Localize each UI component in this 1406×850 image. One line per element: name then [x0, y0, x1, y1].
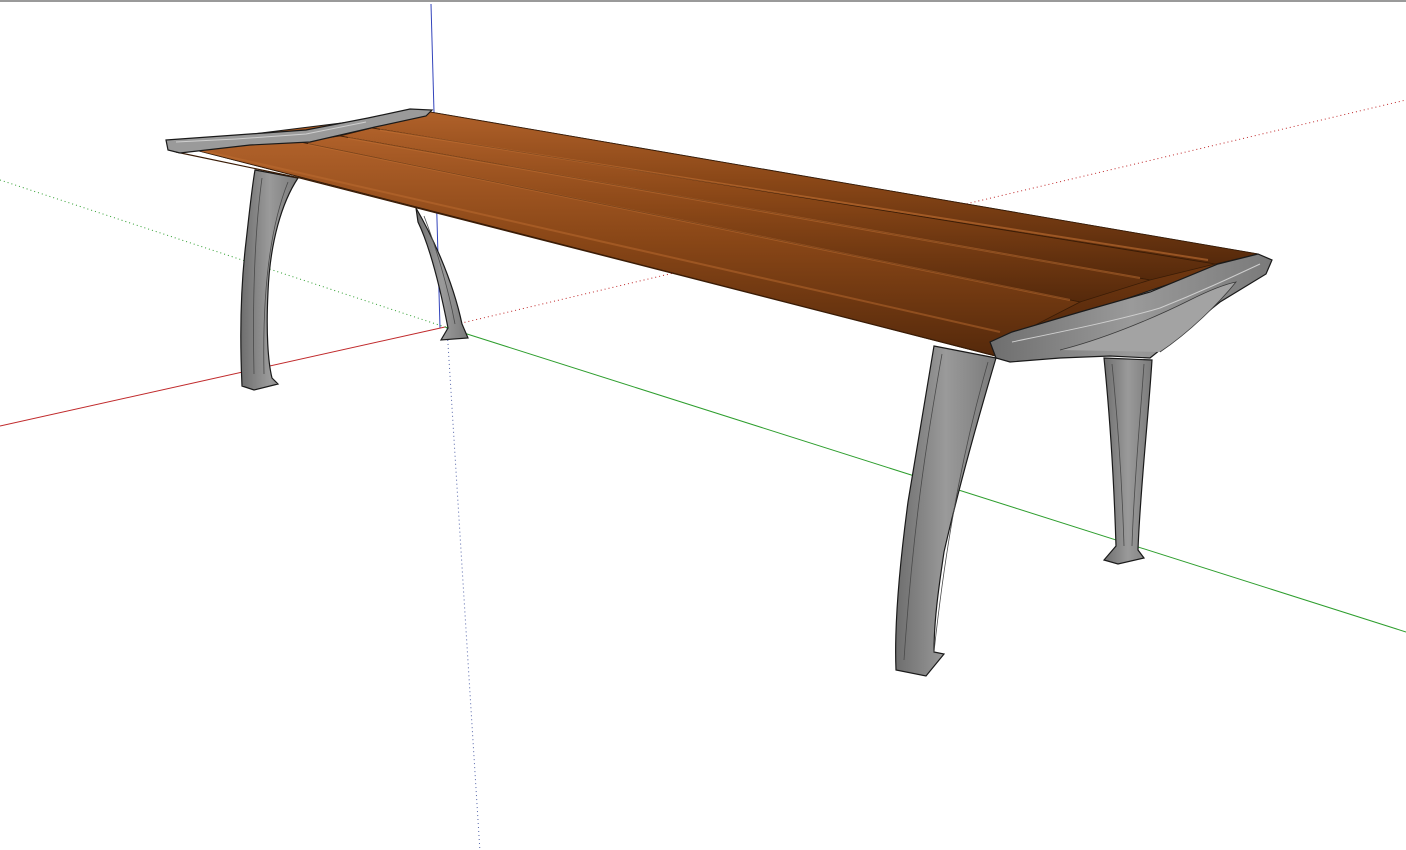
- back-right-leg[interactable]: [1102, 357, 1153, 565]
- blue-axis-dotted: [446, 327, 481, 850]
- front-right-leg[interactable]: [895, 345, 997, 677]
- red-axis-solid: [0, 326, 446, 427]
- green-axis-dotted: [0, 179, 446, 328]
- 3d-scene[interactable]: [0, 2, 1406, 850]
- modeling-viewport[interactable]: [0, 0, 1406, 850]
- bench-model[interactable]: [165, 108, 1273, 677]
- back-left-leg[interactable]: [415, 207, 469, 341]
- model-axes: [0, 3, 1406, 850]
- front-left-leg[interactable]: [240, 169, 300, 391]
